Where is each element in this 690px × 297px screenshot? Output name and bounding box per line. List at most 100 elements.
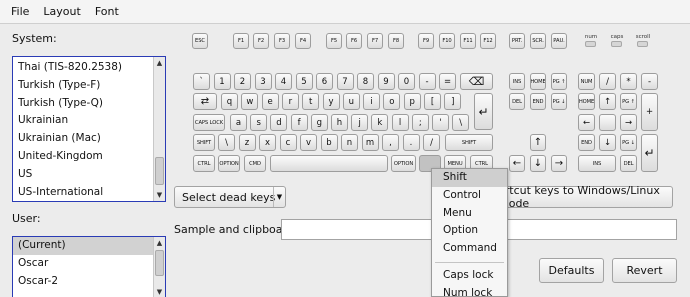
key-i[interactable]: i [363,93,381,110]
key-8[interactable]: 8 [357,73,374,90]
numpad-row4-1[interactable]: ↓ [599,134,616,151]
key-sym[interactable]: ] [444,93,462,110]
key-del[interactable]: DEL [509,93,525,110]
key-h-5[interactable]: h [331,114,348,131]
numpad-del[interactable]: DEL [620,155,637,172]
shortcut-mode-button[interactable]: ortcut keys to Windows/Linux mode [497,184,673,210]
numpad-enter[interactable]: ↵ [641,134,658,172]
list-item[interactable]: Turkish (Type-F) [13,77,165,95]
key-b-5[interactable]: b [320,134,338,151]
key-caps-lock[interactable]: CAPS LOCK [193,114,225,131]
key-5[interactable]: 5 [295,73,313,90]
popup-item-command[interactable]: Command [432,240,507,258]
key-shift-right[interactable]: SHIFT [445,134,493,151]
numpad-row3-1[interactable] [599,114,616,131]
numpad-sym[interactable]: * [620,73,637,90]
key-home[interactable]: HOME [530,73,546,90]
key-3[interactable]: 3 [254,73,272,90]
list-item[interactable]: United-Kingdom [13,148,165,166]
key-t[interactable]: t [302,93,320,110]
numpad-home-2[interactable]: HOME [578,93,595,110]
numpad-row4-0[interactable]: END [578,134,595,151]
list-item[interactable]: US [13,166,165,184]
list-item[interactable]: US-International [13,184,165,201]
key-esc[interactable]: ESC [192,33,208,49]
key-f8[interactable]: F8 [388,33,404,49]
key-sym[interactable]: ` [193,73,210,90]
user-list-scrollbar[interactable]: ▲ ▼ [153,237,165,297]
key-u[interactable]: u [342,93,360,110]
key-f2[interactable]: F2 [253,33,269,49]
key-sym-9[interactable]: . [402,134,420,151]
key-g-4[interactable]: g [310,114,328,131]
numpad-sym[interactable]: - [641,73,658,90]
key-f5[interactable]: F5 [326,33,342,49]
list-item[interactable]: Oscar [13,255,165,273]
key-sym[interactable]: [ [424,93,441,110]
key-p[interactable]: p [403,93,421,110]
list-item[interactable]: Thai (TIS-820.2538) [13,59,165,77]
key-sym-0[interactable]: \ [218,134,235,151]
key-f10[interactable]: F10 [439,33,455,49]
key-o[interactable]: o [383,93,401,110]
key-option-left[interactable]: OPTION [218,155,240,172]
key-f4[interactable]: F4 [295,33,311,49]
scroll-up-arrow-icon[interactable]: ▲ [154,237,165,249]
key-c-3[interactable]: c [279,134,297,151]
numpad-pg-2[interactable]: PG ↑ [620,93,637,110]
key-4[interactable]: 4 [275,73,292,90]
numpad-row4-2[interactable]: PG ↓ [620,134,637,151]
key-n-6[interactable]: n [341,134,358,151]
popup-item-menu[interactable]: Menu [432,205,507,223]
key-f7[interactable]: F7 [367,33,383,49]
key-scr[interactable]: SCR. [530,33,546,49]
key-f1[interactable]: F1 [233,33,249,49]
revert-button[interactable]: Revert [612,258,677,283]
key-6[interactable]: 6 [316,73,333,90]
key-page-down[interactable]: PG ↓ [551,93,567,110]
numpad-sym[interactable]: / [599,73,616,90]
menu-file[interactable]: File [4,5,36,18]
key-m-7[interactable]: m [361,134,379,151]
list-item[interactable]: Ukrainian [13,112,165,130]
key-sym-10[interactable]: ' [432,114,449,131]
key-y[interactable]: y [322,93,340,110]
numpad-plus[interactable]: + [641,93,658,131]
key-e[interactable]: e [261,93,279,110]
numpad-row3-2[interactable]: → [620,114,637,131]
numpad-row3-0[interactable]: ← [578,114,595,131]
key-sym-11[interactable]: \ [452,114,470,131]
dead-keys-select[interactable]: Select dead keys ▼ [174,186,286,208]
key-f3[interactable]: F3 [274,33,290,49]
key-sym[interactable]: - [418,73,436,90]
key-a-0[interactable]: a [230,114,247,131]
key-l-8[interactable]: l [391,114,409,131]
list-item[interactable]: Ukrainian (Mac) [13,130,165,148]
key-cmd-left[interactable]: CMD [244,155,266,172]
scroll-down-arrow-icon[interactable]: ▼ [154,189,165,201]
key-f9[interactable]: F9 [418,33,434,49]
system-list[interactable]: Thai (TIS-820.2538) Turkish (Type-F) Tur… [12,56,166,202]
key-z-1[interactable]: z [238,134,256,151]
key-shift-left[interactable]: SHIFT [193,134,215,151]
key-arrow-right[interactable]: → [551,155,567,172]
key-arrow-up[interactable]: ↑ [530,134,546,151]
popup-item-control[interactable]: Control [432,187,507,205]
key-f12[interactable]: F12 [480,33,496,49]
scroll-thumb[interactable] [155,157,164,185]
numpad-sym-2[interactable]: ↑ [599,93,616,110]
popup-item-num-lock[interactable]: Num lock [432,285,507,296]
key-space[interactable] [270,155,388,172]
key-x-2[interactable]: x [259,134,276,151]
key-r[interactable]: r [281,93,299,110]
key-sym-9[interactable]: ; [411,114,429,131]
key-0[interactable]: 0 [398,73,415,90]
key-arrow-left[interactable]: ← [509,155,525,172]
key-k-7[interactable]: k [371,114,389,131]
scroll-up-arrow-icon[interactable]: ▲ [154,57,165,69]
key-s-1[interactable]: s [250,114,268,131]
key-sym-10[interactable]: / [423,134,440,151]
user-list[interactable]: (Current) Oscar Oscar-2 ▲ ▼ [12,236,166,297]
key-sym-8[interactable]: , [382,134,399,151]
key-pau[interactable]: PAU. [551,33,567,49]
